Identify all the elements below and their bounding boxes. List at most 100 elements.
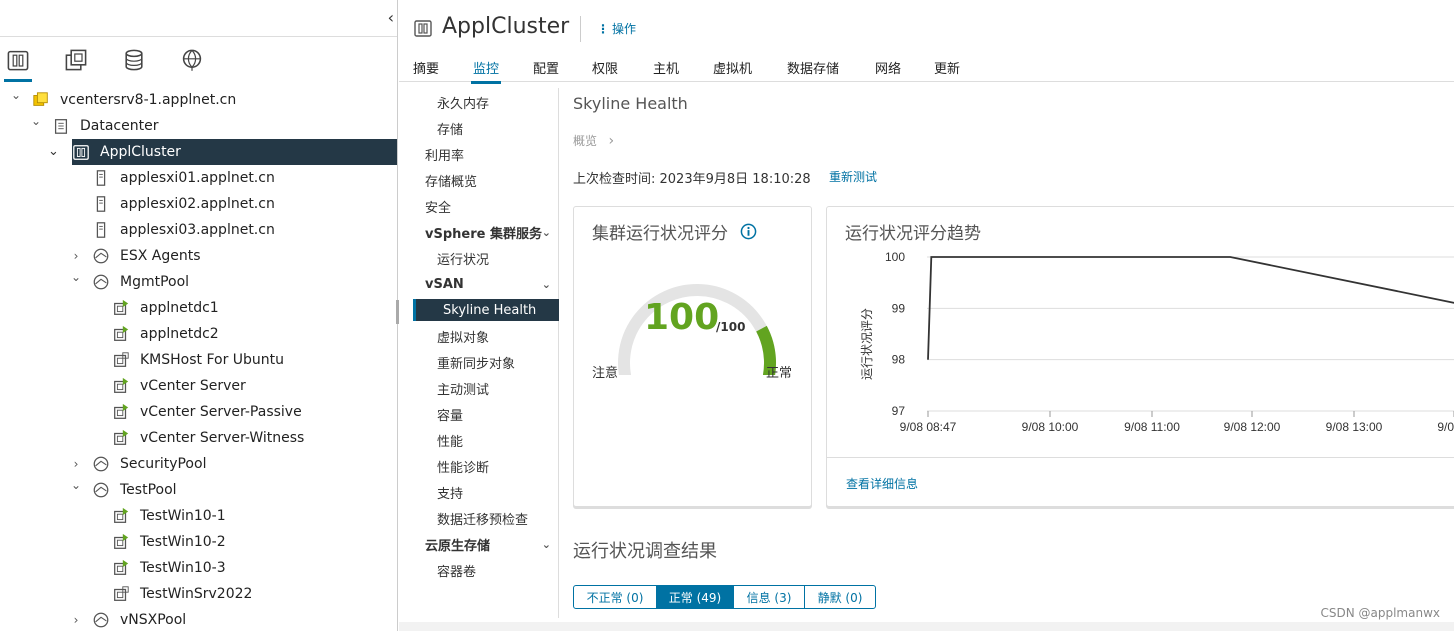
vm-on-icon xyxy=(112,507,130,525)
gauge-label-low: 注意 xyxy=(592,366,619,381)
nav-item-label: 容量 xyxy=(437,408,464,424)
tree-node[interactable]: ⌄ Datacenter xyxy=(0,113,398,139)
chevron-down-icon[interactable]: ⌄ xyxy=(542,226,551,239)
tree-node[interactable]: applesxi01.applnet.cn xyxy=(0,165,398,191)
nav-item[interactable]: 运行状况 xyxy=(413,247,559,269)
tab-7[interactable]: 网络 xyxy=(875,58,901,77)
tab-6[interactable]: 数据存储 xyxy=(787,58,839,77)
nav-item[interactable]: 数据迁移预检查 xyxy=(413,507,559,529)
nav-item[interactable]: 支持 xyxy=(413,481,559,503)
filter-button[interactable]: 正常 (49) xyxy=(656,585,734,609)
tree-node[interactable]: applesxi02.applnet.cn xyxy=(0,191,398,217)
nav-item[interactable]: vSAN ⌄ xyxy=(413,273,559,295)
tree-node-label: vcentersrv8-1.applnet.cn xyxy=(60,92,237,108)
cluster-icon xyxy=(72,143,90,161)
nav-item-label: 主动测试 xyxy=(437,382,490,398)
vm-on-icon xyxy=(112,377,130,395)
chevron-down-icon[interactable]: ⌄ xyxy=(542,538,551,551)
tab-5[interactable]: 虚拟机 xyxy=(713,58,752,77)
chevron-down-icon[interactable]: ⌄ xyxy=(30,114,42,128)
inventory-tab-vms-templates-icon[interactable] xyxy=(60,48,92,82)
tree-node[interactable]: TestWinSrv2022 xyxy=(0,581,398,607)
tree-node[interactable]: › vNSXPool xyxy=(0,607,398,633)
tree-node[interactable]: KMSHost For Ubuntu xyxy=(0,347,398,373)
x-tick-label: 9/08 12:00 xyxy=(1224,420,1281,434)
tree-node[interactable]: ⌄ MgmtPool xyxy=(0,269,398,295)
nav-item-label: 云原生存储 xyxy=(425,538,491,554)
tree-node[interactable]: ⌄ vcentersrv8-1.applnet.cn xyxy=(0,87,398,113)
tab-2[interactable]: 配置 xyxy=(533,58,559,77)
vm-off-icon xyxy=(112,585,130,603)
inventory-tab-hosts-clusters-icon[interactable] xyxy=(2,48,34,82)
tree-node[interactable]: › ESX Agents xyxy=(0,243,398,269)
tree-node[interactable]: applesxi03.applnet.cn xyxy=(0,217,398,243)
vms-templates-icon xyxy=(65,49,87,71)
nav-item[interactable]: vSphere 集群服务 ⌄ xyxy=(413,221,559,243)
breadcrumb[interactable]: 概览 › xyxy=(573,132,614,149)
section-title: Skyline Health xyxy=(573,94,688,113)
resource-pool-icon xyxy=(92,247,110,265)
tab-3[interactable]: 权限 xyxy=(592,58,618,77)
tree-node[interactable]: TestWin10-3 xyxy=(0,555,398,581)
health-trend-card: 运行状况评分趋势 100 99 98 97 9/08 08:47 9/08 10:00 9/… xyxy=(826,206,1454,507)
inventory-tab-networking-icon[interactable] xyxy=(176,48,208,82)
tree-node[interactable]: applnetdc1 xyxy=(0,295,398,321)
tab-8[interactable]: 更新 xyxy=(934,58,960,77)
nav-item[interactable]: 安全 xyxy=(413,195,559,217)
chevron-right-icon[interactable]: › xyxy=(70,457,82,471)
nav-item[interactable]: 性能 xyxy=(413,429,559,451)
tree-node-label: vNSXPool xyxy=(120,612,187,628)
nav-item[interactable]: 性能诊断 xyxy=(413,455,559,477)
tree-node[interactable]: applnetdc2 xyxy=(0,321,398,347)
tab-1[interactable]: 监控 xyxy=(470,58,502,84)
divider xyxy=(580,16,581,42)
nav-item[interactable]: 容器卷 xyxy=(413,559,559,581)
tree-node-label: applnetdc2 xyxy=(140,326,219,342)
view-details-link[interactable]: 查看详细信息 xyxy=(846,475,918,492)
object-tabs: 摘要 监控 配置 权限 主机 虚拟机 数据存储 网络 更新 xyxy=(399,54,1454,84)
nav-item-label: 容器卷 xyxy=(437,564,477,580)
chevron-down-icon[interactable]: ⌄ xyxy=(48,144,59,159)
nav-item[interactable]: 云原生存储 ⌄ xyxy=(413,533,559,555)
nav-item[interactable]: 重新同步对象 xyxy=(413,351,559,373)
health-score-value: 100 xyxy=(644,297,720,338)
filter-button[interactable]: 信息 (3) xyxy=(733,585,805,609)
tree-node[interactable]: › SecurityPool xyxy=(0,451,398,477)
chevron-down-icon[interactable]: ⌄ xyxy=(10,88,22,102)
tree-node-label: KMSHost For Ubuntu xyxy=(140,352,285,368)
vm-on-icon xyxy=(112,533,130,551)
nav-item[interactable]: 容量 xyxy=(413,403,559,425)
inventory-tab-storage-icon[interactable] xyxy=(118,48,150,82)
chevron-down-icon[interactable]: ⌄ xyxy=(70,270,82,284)
nav-item[interactable]: 虚拟对象 xyxy=(413,325,559,347)
chevron-right-icon: › xyxy=(608,133,615,149)
tree-node[interactable]: vCenter Server-Passive xyxy=(0,399,398,425)
tree-node[interactable]: TestWin10-2 xyxy=(0,529,398,555)
info-icon[interactable] xyxy=(740,223,757,240)
nav-item[interactable]: Skyline Health xyxy=(413,299,559,321)
nav-item[interactable]: 存储概览 xyxy=(413,169,559,191)
nav-item[interactable]: 存储 xyxy=(413,117,559,139)
tab-4[interactable]: 主机 xyxy=(653,58,679,77)
tree-node[interactable]: vCenter Server-Witness xyxy=(0,425,398,451)
retest-link[interactable]: 重新测试 xyxy=(829,168,877,185)
tree-node[interactable]: vCenter Server xyxy=(0,373,398,399)
main-panel: ApplCluster ⋮ 操作 摘要 监控 配置 权限 主机 虚拟机 数据存储 网络 更新 永久… xyxy=(399,0,1454,631)
tab-0[interactable]: 摘要 xyxy=(413,58,439,77)
collapse-pane-icon[interactable]: ‹ xyxy=(388,8,394,27)
nav-item[interactable]: 主动测试 xyxy=(413,377,559,399)
filter-button[interactable]: 不正常 (0) xyxy=(573,585,657,609)
tree-node[interactable]: ⌄ TestPool xyxy=(0,477,398,503)
tree-node[interactable]: ApplCluster xyxy=(72,139,398,165)
chevron-down-icon[interactable]: ⌄ xyxy=(542,278,551,291)
tree-node-label: ESX Agents xyxy=(120,248,201,264)
nav-item[interactable]: 永久内存 xyxy=(413,91,559,113)
chevron-down-icon[interactable]: ⌄ xyxy=(70,478,82,492)
chevron-right-icon[interactable]: › xyxy=(70,249,82,263)
actions-menu-button[interactable]: ⋮ 操作 xyxy=(597,20,636,37)
horizontal-scrollbar[interactable] xyxy=(399,622,1454,631)
nav-item[interactable]: 利用率 xyxy=(413,143,559,165)
filter-button[interactable]: 静默 (0) xyxy=(804,585,876,609)
tree-node[interactable]: TestWin10-1 xyxy=(0,503,398,529)
chevron-right-icon[interactable]: › xyxy=(70,613,82,627)
